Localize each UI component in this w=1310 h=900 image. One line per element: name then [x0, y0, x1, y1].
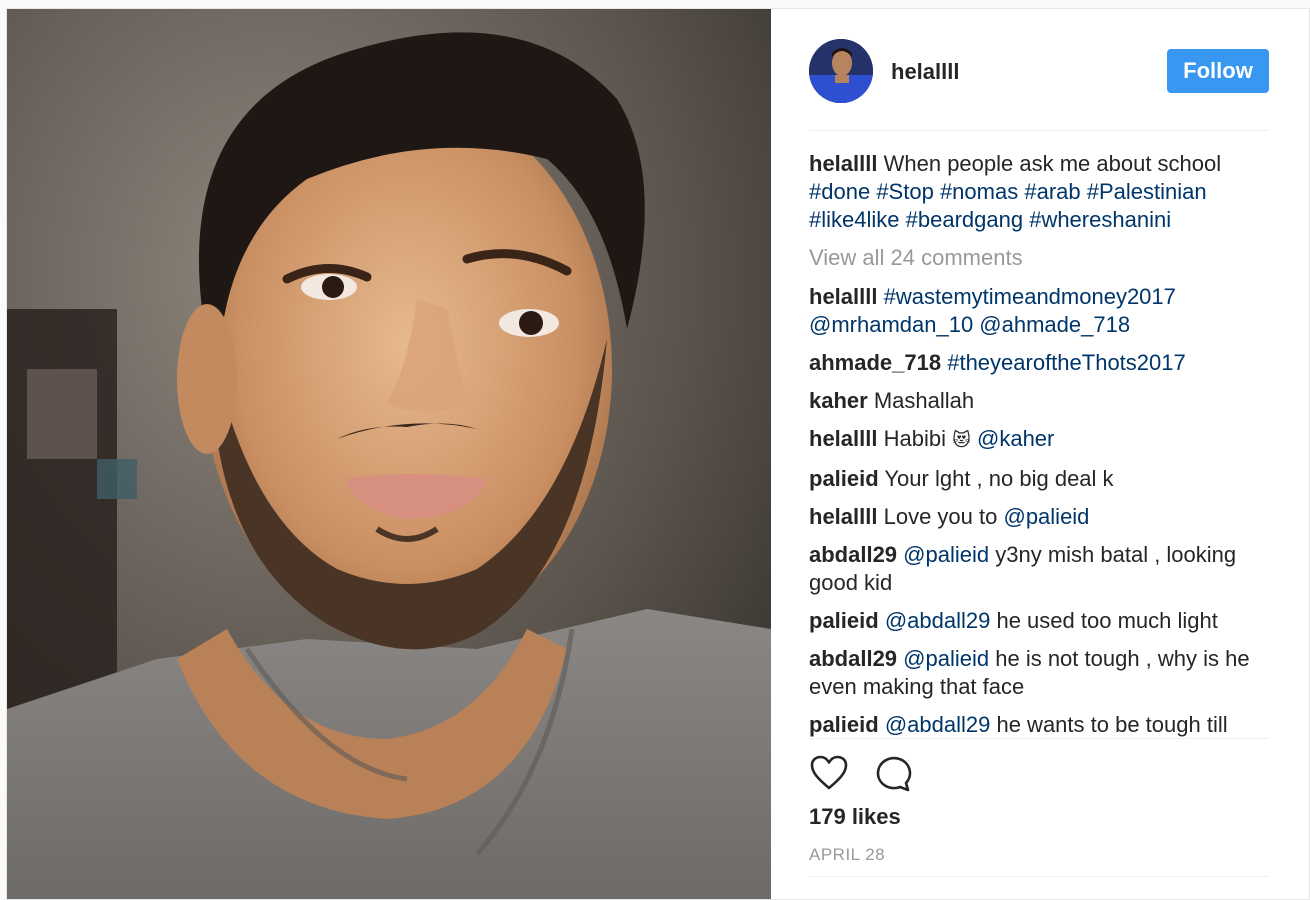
comments-list[interactable]: helallll When people ask me about school…	[809, 150, 1269, 738]
post-caption: helallll When people ask me about school…	[809, 150, 1269, 234]
comment-text: Love you to	[883, 504, 998, 529]
hashtag[interactable]: #arab	[1024, 179, 1080, 204]
selfie-image	[7, 9, 771, 899]
hashtag[interactable]: #like4like	[809, 207, 900, 232]
divider	[809, 876, 1269, 877]
caption-text: When people ask me about school	[883, 151, 1222, 176]
mention-link[interactable]: @palieid	[1003, 504, 1089, 529]
comment-username[interactable]: helallll	[809, 426, 877, 451]
mention-link[interactable]: @palieid	[903, 646, 989, 671]
comment-bubble-icon[interactable]	[873, 753, 913, 793]
post-author-username[interactable]: helallll	[891, 59, 959, 85]
comment-text: Your lght , no big deal k	[884, 466, 1114, 491]
comment-username[interactable]: helallll	[809, 504, 877, 529]
comment-text: Mashallah	[873, 388, 975, 413]
hashtag[interactable]: #beardgang	[906, 207, 1023, 232]
comment-text[interactable]: #theyearoftheThots2017	[947, 350, 1186, 375]
comment: ahmade_718 #theyearoftheThots2017	[809, 349, 1269, 377]
heart-icon[interactable]	[809, 753, 849, 793]
post-sidebar: helallll Follow helallll When people ask…	[771, 9, 1309, 899]
follow-button[interactable]: Follow	[1167, 49, 1269, 93]
view-all-comments-link[interactable]: View all 24 comments	[809, 244, 1269, 272]
hashtag[interactable]: #done	[809, 179, 870, 204]
comment: kaher Mashallah	[809, 387, 1269, 415]
comment-username[interactable]: palieid	[809, 608, 879, 633]
comment-username[interactable]: helallll	[809, 151, 877, 176]
mention-link[interactable]: @abdall29	[885, 608, 991, 633]
comment-username[interactable]: abdall29	[809, 646, 897, 671]
avatar[interactable]	[809, 39, 873, 103]
comment: palieid @abdall29 he used too much light	[809, 607, 1269, 635]
mention-link[interactable]: @palieid	[903, 542, 989, 567]
divider	[809, 130, 1269, 131]
comment: abdall29 @palieid he is not tough , why …	[809, 645, 1269, 701]
comment: abdall29 @palieid y3ny mish batal , look…	[809, 541, 1269, 597]
comment-text: he used too much light	[996, 608, 1218, 633]
hashtag[interactable]: #whereshanini	[1029, 207, 1171, 232]
likes-count[interactable]: 179 likes	[809, 804, 901, 830]
comment-username[interactable]: palieid	[809, 466, 879, 491]
hashtag[interactable]: #Palestinian	[1087, 179, 1207, 204]
comment-username[interactable]: palieid	[809, 712, 879, 737]
comment: helallll Habibi 😻 @kaher	[809, 425, 1269, 455]
avatar-image	[809, 39, 873, 103]
comment-username[interactable]: helallll	[809, 284, 877, 309]
comment: helallll Love you to @palieid	[809, 503, 1269, 531]
comment: helallll #wastemytimeandmoney2017 @mrham…	[809, 283, 1269, 339]
hashtag[interactable]: #Stop	[876, 179, 934, 204]
mention-link[interactable]: @abdall29	[885, 712, 991, 737]
comment-username[interactable]: kaher	[809, 388, 868, 413]
instagram-post: helallll Follow helallll When people ask…	[6, 8, 1310, 900]
mention-link[interactable]: @kaher	[977, 426, 1054, 451]
divider	[809, 738, 1269, 739]
heart-eyes-cat-emoji: 😻	[952, 430, 971, 451]
comment-username[interactable]: ahmade_718	[809, 350, 941, 375]
comment-username[interactable]: abdall29	[809, 542, 897, 567]
post-header: helallll Follow	[809, 37, 1269, 105]
post-photo[interactable]	[7, 9, 771, 899]
comment: palieid Your lght , no big deal k	[809, 465, 1269, 493]
comment-text: he wants to be tough till	[996, 712, 1228, 737]
comment-text: Habibi	[883, 426, 946, 451]
comment: palieid @abdall29 he wants to be tough t…	[809, 711, 1269, 738]
post-actions	[809, 753, 1009, 793]
hashtag[interactable]: #nomas	[940, 179, 1018, 204]
post-date[interactable]: APRIL 28	[809, 845, 885, 865]
